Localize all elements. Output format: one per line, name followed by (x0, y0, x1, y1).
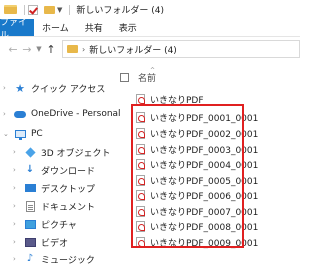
list-item[interactable]: いきなりPDF (136, 92, 204, 106)
column-header-name[interactable]: ^ 名前 (120, 67, 298, 85)
expand-chevron-icon[interactable]: › (3, 84, 6, 92)
recent-locations-chevron-icon[interactable]: ▼ (34, 45, 44, 53)
navigation-pane: › ★ クイック アクセス › OneDrive - Personal ⌄ PC… (0, 61, 121, 265)
up-arrow-icon[interactable]: ↑ (44, 43, 58, 56)
expand-chevron-icon[interactable]: › (13, 220, 16, 228)
nav-item-pictures[interactable]: › ピクチャ (13, 216, 77, 232)
forward-arrow-icon[interactable]: → (20, 43, 34, 56)
new-folder-icon[interactable] (44, 5, 55, 14)
nav-item-label: ビデオ (41, 238, 69, 249)
file-name: いきなりPDF (150, 95, 204, 106)
document-icon (24, 200, 36, 212)
pdf-file-icon (136, 111, 145, 123)
tab-home[interactable]: ホーム (34, 19, 77, 36)
list-item[interactable]: いきなりPDF_0001_0001 (136, 110, 258, 124)
file-name: いきなりPDF_0004_0001 (150, 160, 259, 171)
file-name: いきなりPDF_0003_0001 (150, 145, 259, 156)
properties-check-icon[interactable] (28, 4, 38, 15)
customize-toolbar-chevron-icon[interactable]: ▼ (57, 6, 62, 14)
folder-icon (4, 5, 17, 14)
nav-item-3d-objects[interactable]: › 3D オブジェクト (13, 144, 111, 160)
computer-icon (14, 129, 26, 140)
expand-chevron-icon[interactable]: › (13, 148, 16, 156)
list-item[interactable]: いきなりPDF_0008_0001 (136, 219, 258, 233)
file-name: いきなりPDF_0007_0001 (150, 207, 259, 218)
nav-item-label: OneDrive - Personal (31, 109, 121, 119)
pdf-file-icon (136, 93, 145, 105)
expand-chevron-icon[interactable]: › (13, 255, 16, 263)
title-bar: ▼ 新しいフォルダー (4) (0, 0, 300, 19)
pdf-file-icon (136, 236, 145, 248)
pdf-file-icon (136, 189, 145, 201)
file-name: いきなりPDF_0006_0001 (150, 191, 259, 202)
ribbon-tabs: ファイル ホーム 共有 表示 (0, 18, 300, 41)
star-icon: ★ (15, 81, 25, 95)
quick-access-toolbar: ▼ (4, 4, 73, 15)
nav-item-label: ドキュメント (41, 202, 96, 213)
nav-item-videos[interactable]: › ビデオ (13, 234, 69, 250)
list-item[interactable]: いきなりPDF_0004_0001 (136, 157, 258, 171)
address-path: 新しいフォルダー (4) (89, 45, 177, 56)
expand-chevron-icon[interactable]: › (13, 202, 16, 210)
list-item[interactable]: いきなりPDF_0009_0001 (136, 235, 258, 249)
nav-item-downloads[interactable]: › ↓ ダウンロード (13, 162, 96, 178)
nav-item-onedrive[interactable]: › OneDrive - Personal (3, 106, 121, 122)
cube-icon (24, 146, 36, 158)
nav-item-pc[interactable]: ⌄ PC (3, 126, 43, 142)
pdf-file-icon (136, 205, 145, 217)
tab-view[interactable]: 表示 (111, 19, 145, 36)
nav-item-documents[interactable]: › ドキュメント (13, 198, 96, 214)
sort-chevron-up-icon: ^ (150, 67, 156, 74)
toolbar-divider (24, 4, 25, 15)
nav-item-label: ミュージック (41, 255, 95, 265)
cloud-icon (14, 109, 26, 119)
list-item[interactable]: いきなりPDF_0006_0001 (136, 188, 258, 202)
pdf-file-icon (136, 143, 145, 155)
list-item[interactable]: いきなりPDF_0003_0001 (136, 142, 258, 156)
pdf-file-icon (136, 158, 145, 170)
file-name: いきなりPDF_0009_0001 (150, 238, 259, 249)
list-item[interactable]: いきなりPDF_0002_0001 (136, 126, 258, 140)
tab-file[interactable]: ファイル (0, 18, 34, 41)
select-all-checkbox[interactable] (120, 72, 129, 82)
expand-chevron-icon[interactable]: › (13, 184, 16, 192)
tab-share[interactable]: 共有 (77, 19, 111, 36)
desktop-icon (24, 183, 36, 193)
pdf-file-icon (136, 174, 145, 186)
nav-item-quick-access[interactable]: › ★ クイック アクセス (3, 80, 106, 96)
nav-item-label: クイック アクセス (31, 84, 106, 95)
toolbar-divider (69, 4, 71, 15)
file-list: ^ 名前 いきなりPDF いきなりPDF_0001_0001 いきなりPDF_0… (114, 61, 300, 265)
expand-chevron-icon[interactable]: › (3, 110, 6, 118)
expand-chevron-icon[interactable]: ⌄ (3, 130, 9, 138)
list-item[interactable]: いきなりPDF_0005_0001 (136, 173, 258, 187)
nav-item-label: デスクトップ (41, 184, 96, 195)
expand-chevron-icon[interactable]: › (13, 166, 16, 174)
file-name: いきなりPDF_0008_0001 (150, 222, 259, 233)
file-name: いきなりPDF_0001_0001 (150, 113, 259, 124)
expand-chevron-icon[interactable]: › (13, 238, 16, 246)
list-item[interactable]: いきなりPDF_0007_0001 (136, 204, 258, 218)
pdf-file-icon (136, 127, 145, 139)
nav-item-label: PC (31, 129, 43, 139)
picture-icon (24, 219, 36, 229)
pdf-file-icon (136, 220, 145, 232)
video-icon (24, 237, 36, 247)
nav-item-label: 3D オブジェクト (41, 148, 111, 159)
nav-item-label: ピクチャ (41, 220, 77, 231)
nav-item-music[interactable]: › ♪ ミュージック (13, 251, 95, 265)
file-name: いきなりPDF_0005_0001 (150, 176, 259, 187)
folder-icon (67, 45, 78, 53)
navigation-bar: ← → ▼ ↑ › 新しいフォルダー (4) (0, 37, 300, 61)
chevron-right-icon[interactable]: › (82, 45, 85, 54)
nav-item-desktop[interactable]: › デスクトップ (13, 180, 96, 196)
music-icon: ♪ (26, 253, 34, 264)
nav-item-label: ダウンロード (41, 166, 96, 177)
address-bar[interactable]: › 新しいフォルダー (4) (62, 40, 300, 58)
file-name: いきなりPDF_0002_0001 (150, 129, 259, 140)
window-title: 新しいフォルダー (4) (76, 6, 165, 16)
download-icon: ↓ (25, 164, 35, 175)
back-arrow-icon[interactable]: ← (6, 43, 20, 56)
